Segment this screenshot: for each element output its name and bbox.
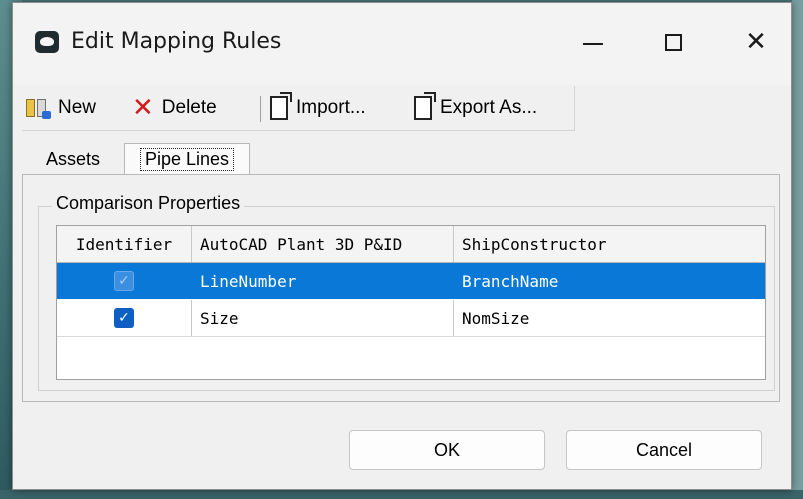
table-row[interactable]: ✓ LineNumber BranchName [57, 263, 765, 299]
new-button[interactable]: New [26, 86, 96, 130]
identifier-cell: ✓ [57, 300, 192, 336]
toolbar: New ✕ Delete Import... Export As... [22, 86, 575, 131]
new-label: New [58, 97, 97, 118]
source-cell[interactable]: LineNumber [192, 263, 454, 299]
mapping-grid: Identifier AutoCAD Plant 3D P&ID ShipCon… [56, 225, 766, 380]
source-cell[interactable]: Size [192, 300, 454, 336]
delete-icon: ✕ [132, 93, 154, 123]
maximize-icon [664, 33, 682, 51]
delete-button[interactable]: ✕ Delete [132, 86, 217, 130]
close-icon: ✕ [745, 27, 767, 57]
target-cell[interactable]: NomSize [454, 300, 765, 336]
new-icon [26, 97, 52, 119]
import-button[interactable]: Import... [270, 86, 366, 130]
minimize-button[interactable] [558, 17, 628, 67]
minimize-icon [583, 43, 603, 45]
tab-assets[interactable]: Assets [30, 145, 116, 173]
app-logo-icon [35, 31, 59, 53]
delete-label: Delete [161, 97, 217, 118]
export-icon [414, 92, 436, 120]
grid-header: Identifier AutoCAD Plant 3D P&ID ShipCon… [57, 226, 765, 263]
tab-label: Pipe Lines [139, 147, 235, 171]
column-header-source[interactable]: AutoCAD Plant 3D P&ID [192, 226, 454, 262]
import-icon [270, 92, 292, 120]
background-window-edge-right [792, 0, 803, 499]
import-label: Import... [296, 97, 366, 118]
close-button[interactable]: ✕ [721, 17, 791, 67]
maximize-button[interactable] [638, 17, 708, 67]
window-title: Edit Mapping Rules [71, 29, 282, 54]
column-header-target[interactable]: ShipConstructor [454, 226, 765, 262]
identifier-checkbox[interactable]: ✓ [114, 308, 134, 328]
toolbar-separator [260, 96, 261, 122]
identifier-cell: ✓ [57, 263, 192, 299]
group-title: Comparison Properties [52, 193, 245, 214]
identifier-checkbox[interactable]: ✓ [114, 271, 134, 291]
ok-button[interactable]: OK [349, 430, 545, 470]
background-window-edge-bottom [0, 490, 803, 499]
export-as-button[interactable]: Export As... [414, 86, 537, 130]
cancel-button[interactable]: Cancel [566, 430, 762, 470]
export-label: Export As... [440, 97, 538, 118]
tab-pipe-lines[interactable]: Pipe Lines [124, 143, 250, 174]
table-row[interactable]: ✓ Size NomSize [57, 300, 765, 337]
target-cell[interactable]: BranchName [454, 263, 765, 299]
title-bar[interactable]: Edit Mapping Rules ✕ [13, 3, 791, 85]
column-header-identifier[interactable]: Identifier [57, 226, 192, 262]
tab-label: Assets [45, 148, 101, 169]
